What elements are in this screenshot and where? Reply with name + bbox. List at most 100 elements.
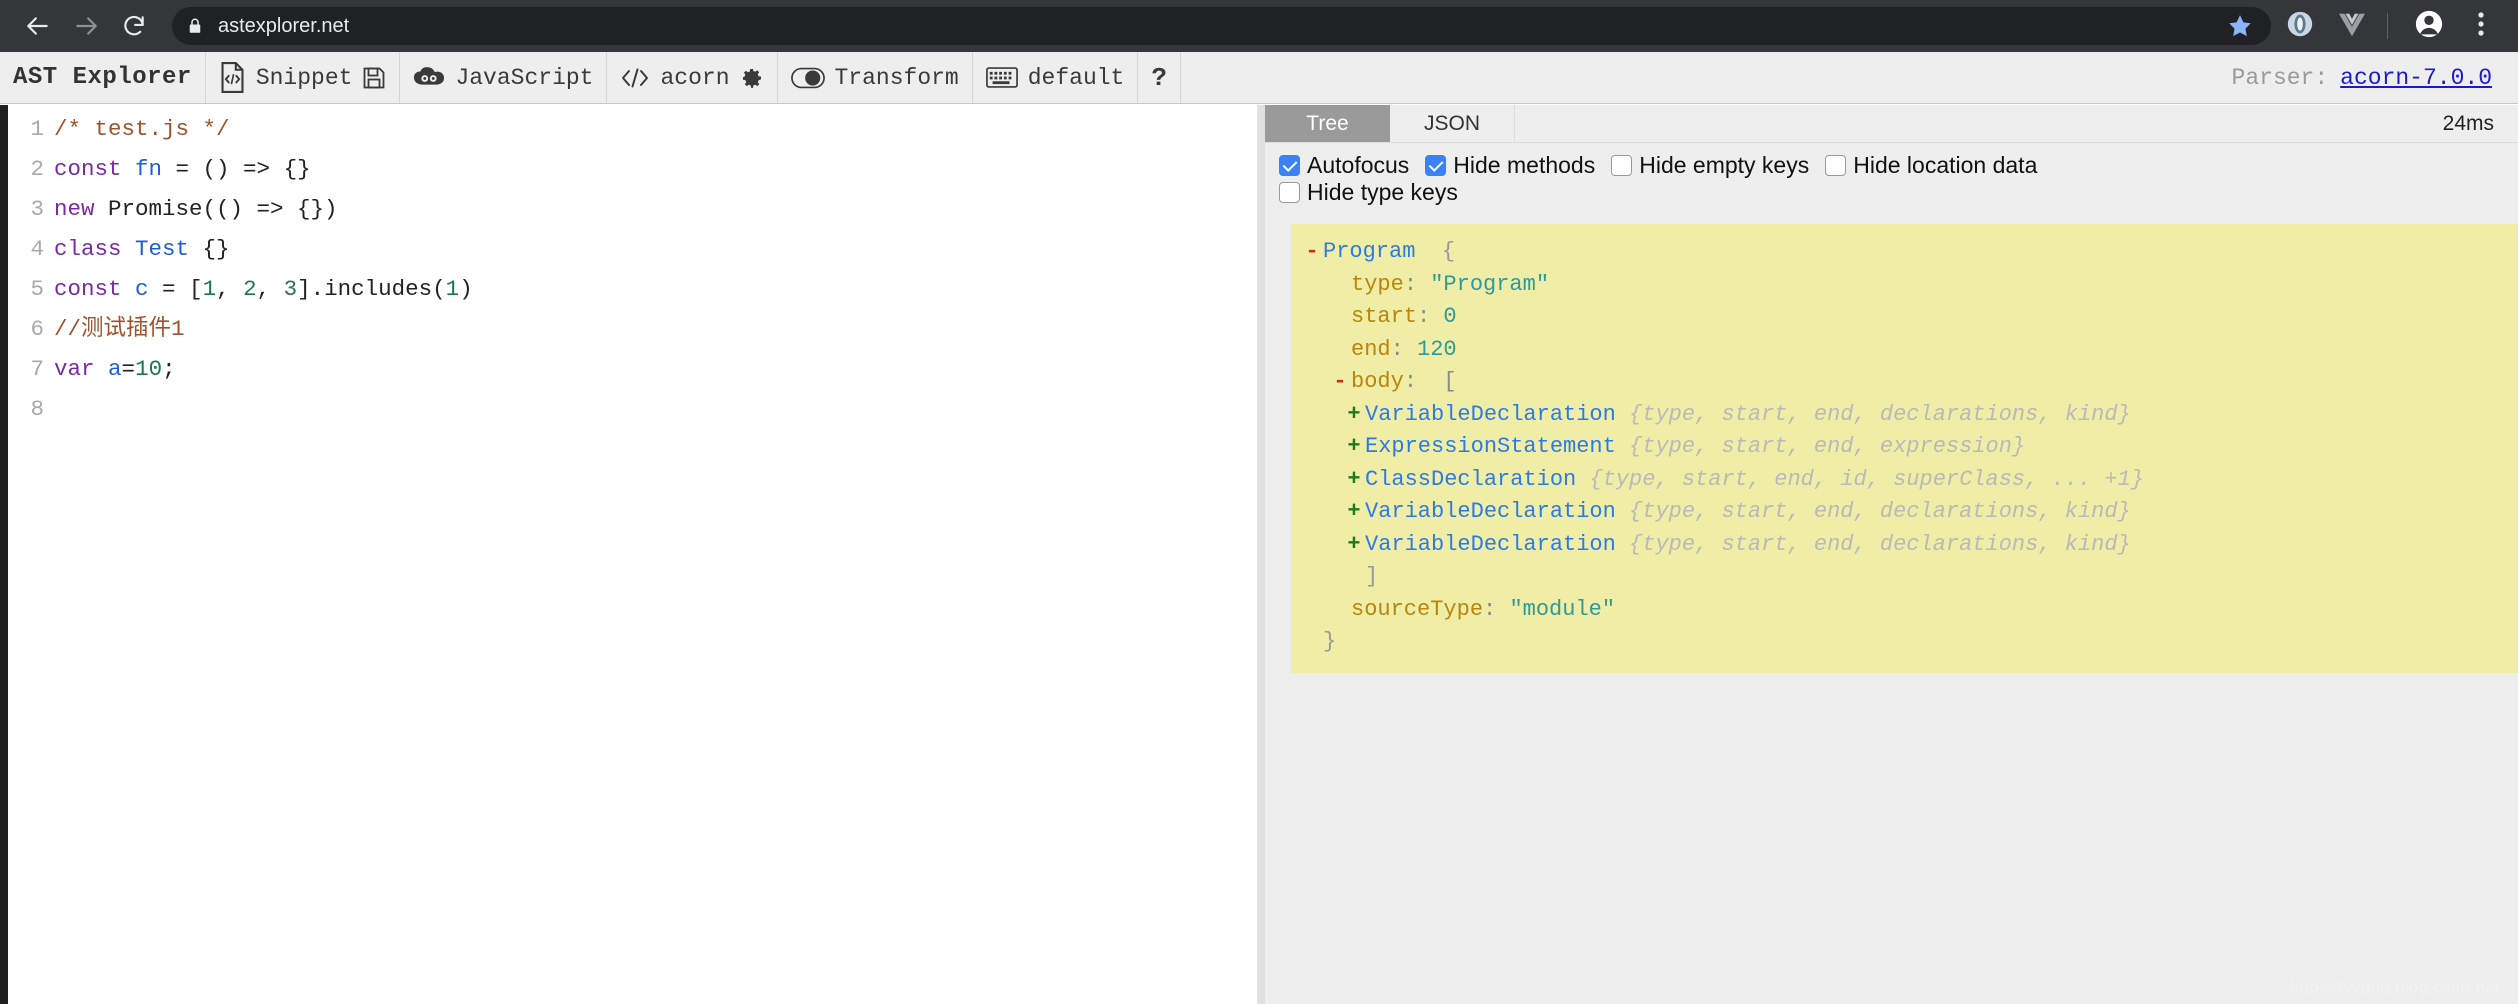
tree-token: {type, start, end, declarations, kind} [1629,401,2131,427]
transform-group[interactable]: Transform [778,52,973,103]
code-line[interactable]: 5 const c = [1, 2, 3].includes(1) [8,269,1257,309]
checkbox-icon[interactable] [1425,155,1447,176]
option-hide-location-data[interactable]: Hide location data [1825,152,2037,179]
keymap-group[interactable]: default [973,52,1139,103]
tree-token[interactable]: ClassDeclaration [1365,464,1576,497]
extension-vue-button[interactable] [2329,3,2375,49]
tree-token[interactable]: VariableDeclaration [1365,399,1616,432]
checkbox-icon[interactable] [1611,155,1633,176]
address-bar[interactable]: astexplorer.net [172,7,2271,45]
code-line[interactable]: 1 /* test.js */ [8,109,1257,149]
tree-token: { [1415,239,1456,264]
expand-toggle-icon[interactable]: + [1343,431,1365,464]
tree-row[interactable]: + ClassDeclaration {type, start, end, id,… [1291,464,2518,497]
tree-token: : [ [1403,369,1457,394]
code-token: = () => {} [162,156,311,182]
tree-row[interactable]: + VariableDeclaration {type, start, end, … [1291,496,2518,529]
code-token: ) [459,276,473,302]
ast-tree[interactable]: - Program {type: "Program" start: 0 end: 12… [1291,224,2518,673]
floppy-save-icon[interactable] [362,66,386,90]
tree-token [1616,529,1629,562]
extension-opera-button[interactable] [2277,3,2323,49]
expand-toggle-icon[interactable]: + [1343,496,1365,529]
window-left-edge [0,105,8,1004]
code-editor-pane[interactable]: 1 /* test.js */ 2 const fn = () => {} 3 new P… [8,105,1258,1004]
code-line-text: var a=10; [54,349,1257,389]
parse-timing: 24ms [2442,111,2494,135]
forward-button[interactable] [62,2,110,50]
option-hide-type-keys[interactable]: Hide type keys [1279,179,1458,206]
expand-toggle-icon[interactable]: + [1343,529,1365,562]
checkbox-icon[interactable] [1279,155,1300,176]
collapse-toggle-icon[interactable]: - [1301,236,1323,269]
gear-icon[interactable] [740,66,764,90]
tree-row[interactable]: end: 120 [1291,334,2518,367]
browser-menu-button[interactable] [2458,3,2504,49]
code-token: new [54,196,95,222]
code-line[interactable]: 8 [8,389,1257,429]
tree-row[interactable]: type: "Program" [1291,269,2518,302]
tree-row[interactable]: + VariableDeclaration {type, start, end, … [1291,529,2518,562]
code-line[interactable]: 7 var a=10; [8,349,1257,389]
tree-token[interactable]: VariableDeclaration [1365,496,1616,529]
tree-token[interactable]: VariableDeclaration [1365,529,1616,562]
tree-row[interactable]: + ExpressionStatement {type, start, end, … [1291,431,2518,464]
language-group[interactable]: JavaScript [400,52,608,103]
star-icon[interactable] [2227,13,2257,39]
tree-token: : [1483,596,1510,622]
code-line[interactable]: 4 class Test {} [8,229,1257,269]
tree-row[interactable]: ] [1291,561,2518,594]
tree-row[interactable]: - Program { [1291,236,2518,269]
tree-token: body [1351,369,1404,394]
code-line[interactable]: 3 new Promise(() => {}) [8,189,1257,229]
expand-toggle-icon[interactable]: + [1343,399,1365,432]
checkbox-icon[interactable] [1825,155,1847,176]
reload-button[interactable] [110,2,158,50]
checkbox-icon[interactable] [1279,182,1300,203]
three-dot-menu-icon [2477,10,2485,43]
tree-token[interactable]: ExpressionStatement [1365,431,1616,464]
tree-token[interactable]: Program [1323,236,1415,269]
code-editor[interactable]: 1 /* test.js */ 2 const fn = () => {} 3 new P… [8,105,1257,429]
tree-token: sourceType [1351,596,1484,622]
tree-token: {type, start, end, id, superClass, ... +… [1589,466,2144,492]
tree-token [1616,431,1629,464]
tree-token: : [1417,304,1444,329]
option-hide-empty-keys[interactable]: Hide empty keys [1611,152,1809,179]
parser-group[interactable]: acorn [607,52,778,103]
code-token: const [54,276,122,302]
help-group[interactable]: ? [1138,52,1181,103]
tree-row[interactable]: + VariableDeclaration {type, start, end, … [1291,399,2518,432]
code-line[interactable]: 2 const fn = () => {} [8,149,1257,189]
back-button[interactable] [14,2,62,50]
tree-row[interactable]: } [1291,626,2518,659]
tab-tree[interactable]: Tree [1265,105,1390,142]
tab-json[interactable]: JSON [1390,105,1515,142]
code-line[interactable]: 6 //测试插件1 [8,309,1257,349]
tree-row[interactable]: - body: [ [1291,366,2518,399]
option-hide-methods[interactable]: Hide methods [1425,152,1595,179]
profile-button[interactable] [2406,3,2452,49]
parser-version-link[interactable]: acorn-7.0.0 [2340,65,2492,91]
collapse-toggle-icon[interactable]: - [1329,366,1351,399]
tree-row[interactable]: sourceType: "module" [1291,594,2518,627]
browser-chrome: astexplorer.net [0,0,2518,52]
line-number: 1 [30,116,44,142]
vertical-splitter[interactable] [1258,105,1265,1004]
output-tabbar: Tree JSON 24ms [1265,105,2518,143]
tree-token: type [1351,271,1404,297]
keyboard-icon [985,66,1018,89]
option-autofocus[interactable]: Autofocus [1279,152,1409,179]
expand-toggle-icon[interactable]: + [1343,464,1365,497]
snippet-group[interactable]: Snippet [206,52,401,103]
tree-row[interactable]: start: 0 [1291,301,2518,334]
watermark-text: https://vvbug.blog.csdn.net [2289,978,2500,997]
code-line-text: //测试插件1 [54,309,1257,349]
tree-token: : [1403,271,1431,297]
line-number: 6 [30,316,44,342]
tree-token: 120 [1417,336,1457,362]
line-number: 2 [30,156,44,182]
